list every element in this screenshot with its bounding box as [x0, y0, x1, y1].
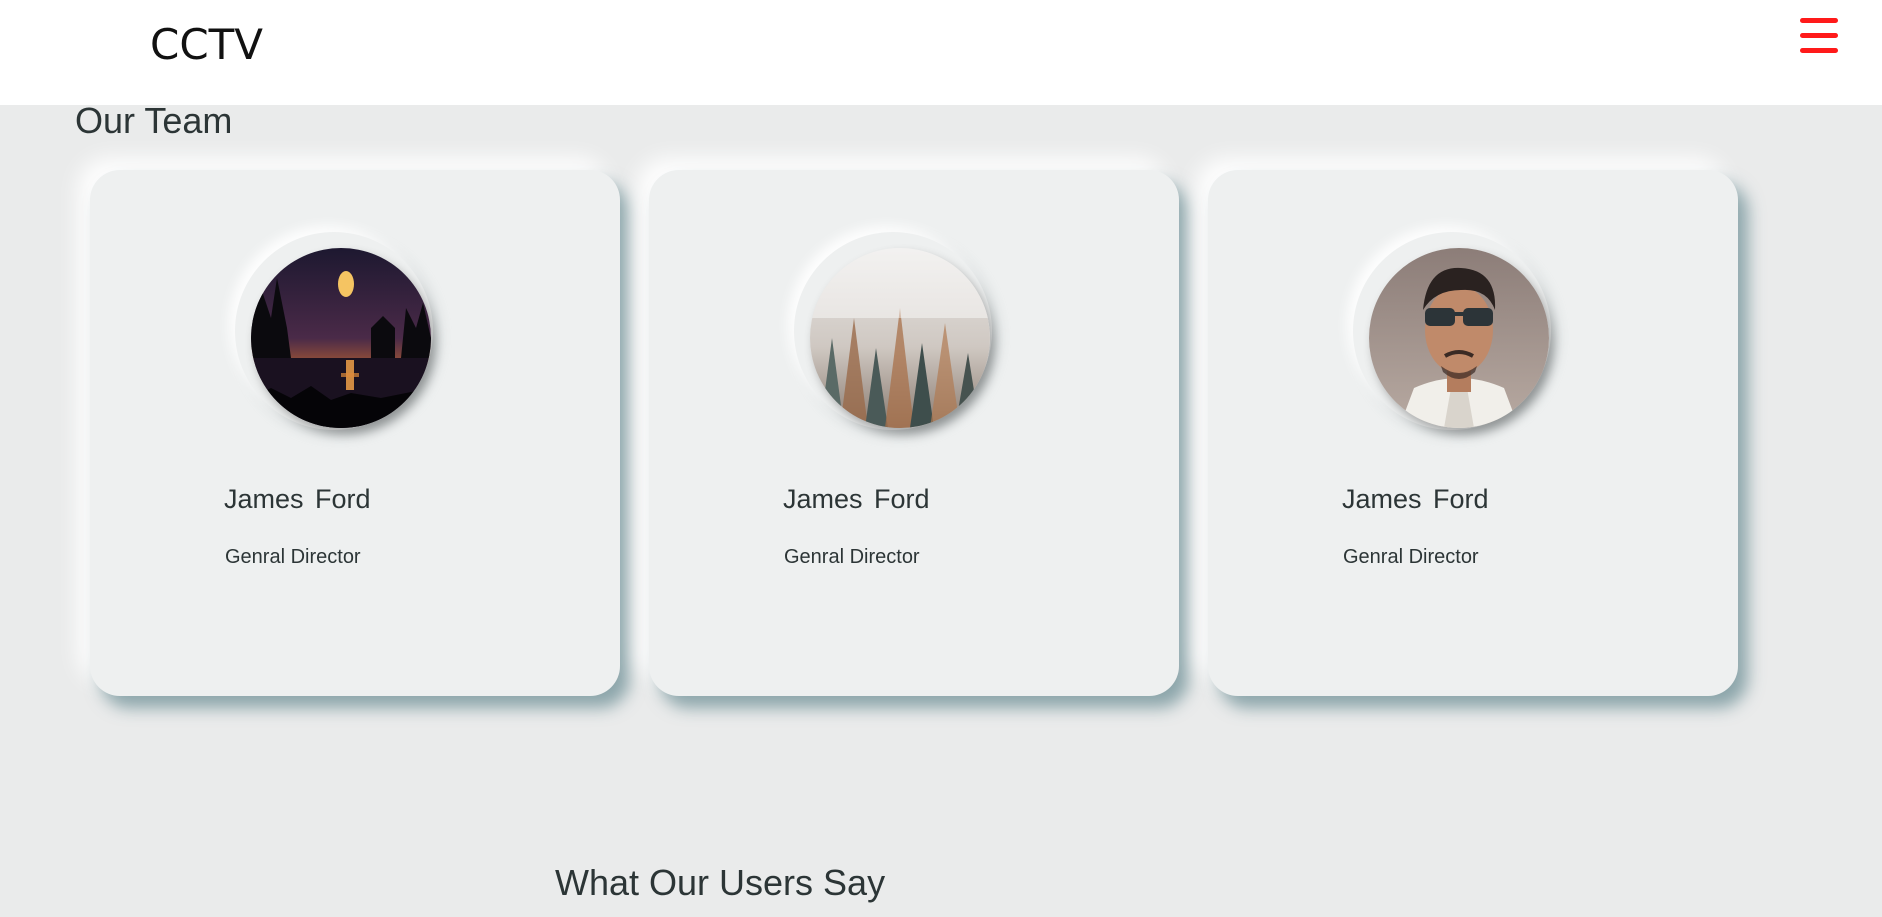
- misty-forest-photo: [810, 248, 990, 428]
- member-role: Genral Director: [225, 546, 361, 568]
- avatar-frame: [794, 232, 992, 430]
- member-name: James Ford: [1342, 484, 1489, 514]
- avatar-frame: [1353, 232, 1551, 430]
- member-role: Genral Director: [1343, 546, 1479, 568]
- night-lake-sunset-photo: [251, 248, 431, 428]
- team-card: James Ford Genral Director: [90, 170, 620, 696]
- brand-logo[interactable]: CCTV: [150, 20, 263, 69]
- member-name: James Ford: [783, 484, 930, 514]
- member-role: Genral Director: [784, 546, 920, 568]
- member-name: James Ford: [224, 484, 371, 514]
- man-with-sunglasses-photo: [1369, 248, 1549, 428]
- avatar-frame: [235, 232, 433, 430]
- team-card: James Ford Genral Director: [649, 170, 1179, 696]
- team-card: James Ford Genral Director: [1208, 170, 1738, 696]
- section-title-our-team: Our Team: [75, 100, 233, 141]
- hamburger-menu-icon[interactable]: [1796, 16, 1842, 56]
- navbar: CCTV: [0, 0, 1882, 105]
- section-title-testimonials: What Our Users Say: [555, 862, 886, 903]
